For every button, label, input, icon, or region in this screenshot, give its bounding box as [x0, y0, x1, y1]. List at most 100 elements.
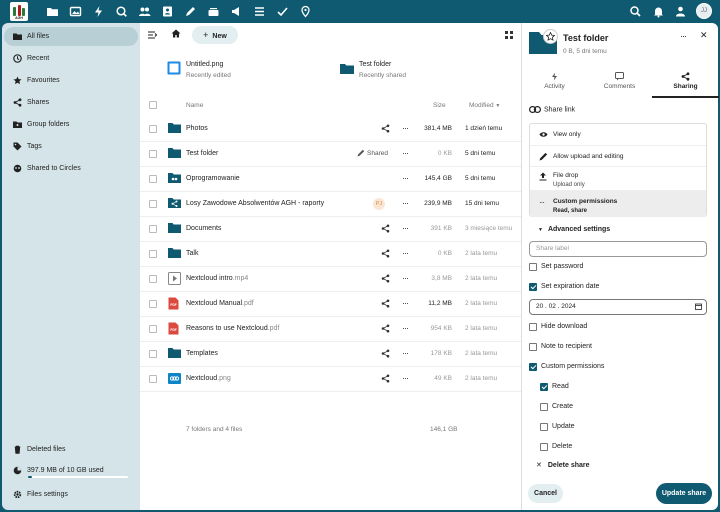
menu-item-custom-permissions[interactable]: ··· Custom permissions Read, share — [530, 190, 706, 217]
tab-activity[interactable]: Activity — [522, 70, 587, 98]
sidebar-item-group-folders[interactable]: Group folders — [4, 115, 138, 134]
file-name[interactable]: Reasons to use Nextcloud.pdf — [186, 325, 279, 332]
table-row[interactable]: Documents ··· 391 KB 3 miesiące temu — [140, 217, 521, 242]
share-button[interactable] — [381, 349, 390, 358]
file-name[interactable]: Documents — [186, 225, 221, 232]
row-checkbox[interactable] — [149, 325, 157, 333]
file-name[interactable]: Nextcloud.png — [186, 375, 231, 382]
sidebar-item-shares[interactable]: Shares — [4, 93, 138, 112]
column-header-name[interactable]: Name — [186, 102, 203, 109]
table-row[interactable]: Templates ··· 178 KB 2 lata temu — [140, 342, 521, 367]
menu-item-allow-editing[interactable]: Allow upload and editing — [530, 145, 706, 166]
file-name[interactable]: Photos — [186, 125, 208, 132]
table-row[interactable]: PDF Nextcloud Manual.pdf ··· 11,2 MB 2 lata … — [140, 292, 521, 317]
share-button[interactable] — [381, 224, 390, 233]
menu-item-view-only[interactable]: View only — [530, 124, 706, 145]
share-icon[interactable] — [381, 124, 390, 133]
row-checkbox[interactable] — [149, 375, 157, 383]
sidebar-item-favourites[interactable]: Favourites — [4, 71, 138, 90]
row-actions-button[interactable]: ··· — [402, 198, 409, 208]
advanced-settings-toggle[interactable]: ▼ Advanced settings — [538, 226, 610, 233]
files-icon[interactable] — [46, 5, 59, 18]
user-avatar[interactable]: JJ — [696, 3, 712, 19]
contacts-book-icon[interactable] — [161, 5, 174, 18]
row-checkbox[interactable] — [149, 300, 157, 308]
row-actions-button[interactable]: ··· — [402, 348, 409, 358]
search-icon[interactable] — [629, 5, 642, 18]
share-button[interactable] — [381, 324, 390, 333]
deck-icon[interactable] — [207, 5, 220, 18]
sidebar-item-files-settings[interactable]: Files settings — [4, 485, 138, 504]
share-button[interactable] — [381, 249, 390, 258]
share-icon[interactable] — [381, 299, 390, 308]
update-share-button[interactable]: Update share — [656, 483, 712, 504]
share-button[interactable] — [381, 299, 390, 308]
sidebar-item-deleted-files[interactable]: Deleted files — [4, 440, 138, 459]
row-actions-button[interactable]: ··· — [402, 223, 409, 233]
row-actions-button[interactable]: ··· — [402, 273, 409, 283]
search-circle-icon[interactable] — [115, 5, 128, 18]
tab-comments[interactable]: Comments — [587, 70, 652, 98]
row-checkbox[interactable] — [149, 200, 157, 208]
file-name[interactable]: Oprogramowanie — [186, 175, 240, 182]
row-checkbox[interactable] — [149, 225, 157, 233]
row-checkbox[interactable] — [149, 125, 157, 133]
check-icon[interactable] — [276, 5, 289, 18]
table-row[interactable]: Photos ··· 381,4 MB 1 dzień temu — [140, 117, 521, 142]
file-name[interactable]: Test folder — [186, 150, 218, 157]
toggle-navigation-button[interactable] — [148, 31, 157, 39]
row-checkbox[interactable] — [149, 175, 157, 183]
row-actions-button[interactable]: ··· — [402, 323, 409, 333]
sidebar-item-all-files[interactable]: All files — [4, 27, 138, 46]
favourite-button[interactable] — [543, 29, 558, 44]
panel-more-button[interactable]: ··· — [680, 31, 687, 41]
notes-icon[interactable] — [184, 5, 197, 18]
activity-icon[interactable] — [92, 5, 105, 18]
select-all-checkbox[interactable] — [149, 101, 157, 109]
column-header-size[interactable]: Size — [433, 102, 446, 109]
share-button[interactable] — [381, 274, 390, 283]
row-checkbox[interactable] — [149, 150, 157, 158]
new-button[interactable]: + New — [192, 26, 238, 44]
delete-share-button[interactable]: ✕ Delete share — [536, 461, 590, 469]
photos-icon[interactable] — [69, 5, 82, 18]
breadcrumb-home[interactable] — [167, 29, 185, 41]
file-name[interactable]: Templates — [186, 350, 218, 357]
contacts-icon[interactable] — [138, 5, 151, 18]
share-button[interactable] — [381, 374, 390, 383]
share-icon[interactable] — [381, 374, 390, 383]
file-name[interactable]: Nextcloud intro.mp4 — [186, 275, 248, 282]
menu-item-file-drop[interactable]: File drop Upload only — [530, 166, 706, 190]
cancel-button[interactable]: Cancel — [528, 484, 563, 503]
row-actions-button[interactable]: ··· — [402, 298, 409, 308]
owner-avatar[interactable]: PJ — [373, 198, 385, 210]
table-row[interactable]: Nextcloud intro.mp4 ··· 3,8 MB 2 lata temu — [140, 267, 521, 292]
row-actions-button[interactable]: ··· — [402, 173, 409, 183]
expiration-date-input[interactable]: 20 . 02 . 2024 — [529, 299, 707, 315]
share-label-input[interactable]: Share label — [529, 241, 707, 257]
table-row[interactable]: PDF Reasons to use Nextcloud.pdf ··· 954 KB… — [140, 317, 521, 342]
share-icon[interactable] — [381, 349, 390, 358]
announcements-icon[interactable] — [230, 5, 243, 18]
tab-sharing[interactable]: Sharing — [652, 70, 719, 98]
recent-item-test-folder[interactable]: Test folder Recently shared — [340, 61, 406, 79]
grid-view-button[interactable] — [505, 31, 513, 39]
tasks-icon[interactable] — [253, 5, 266, 18]
share-button[interactable] — [381, 124, 390, 133]
recent-item-untitled[interactable]: Untitled.png Recently edited — [167, 61, 231, 79]
file-name[interactable]: Nextcloud Manual.pdf — [186, 300, 254, 307]
file-name[interactable]: Losy Zawodowe Absolwentów AGH - raporty — [186, 200, 324, 207]
sidebar-item-tags[interactable]: Tags — [4, 137, 138, 156]
row-actions-button[interactable]: ··· — [402, 373, 409, 383]
row-actions-button[interactable]: ··· — [402, 123, 409, 133]
table-row[interactable]: Test folder Shared ··· 0 KB 5 dni temu — [140, 142, 521, 167]
share-icon[interactable] — [381, 274, 390, 283]
row-checkbox[interactable] — [149, 350, 157, 358]
sidebar-item-shared-to-circles[interactable]: Shared to Circles — [4, 159, 138, 178]
table-row[interactable]: Losy Zawodowe Absolwentów AGH - raporty P… — [140, 192, 521, 217]
table-row[interactable]: Oprogramowanie ··· 145,4 GB 5 dni temu — [140, 167, 521, 192]
row-actions-button[interactable]: ··· — [402, 148, 409, 158]
close-panel-button[interactable]: ✕ — [700, 30, 708, 41]
row-checkbox[interactable] — [149, 250, 157, 258]
share-icon[interactable] — [381, 224, 390, 233]
